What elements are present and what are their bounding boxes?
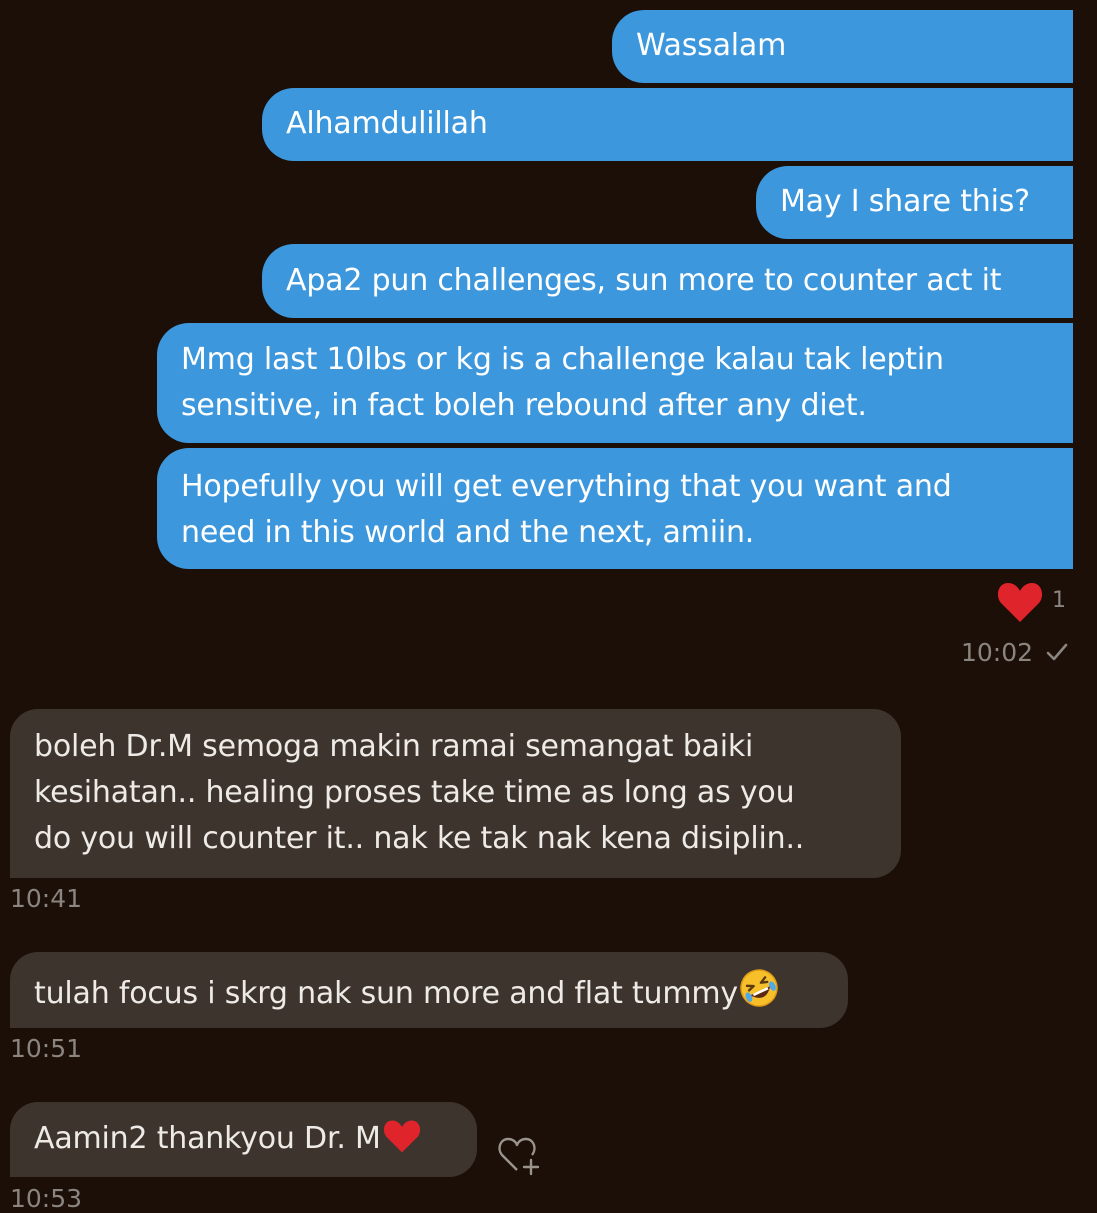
message-timestamp: 10:02 <box>961 638 1069 667</box>
outgoing-message[interactable]: Wassalam <box>612 10 1073 83</box>
timestamp-text: 10:02 <box>961 638 1034 667</box>
incoming-message[interactable]: Aamin2 thankyou Dr. M <box>10 1102 477 1177</box>
checkmark-icon <box>1046 643 1068 661</box>
message-timestamp: 10:53 <box>10 1184 83 1213</box>
message-text: Alhamdulillah <box>286 106 488 141</box>
message-text-line: need in this world and the next, amiin. <box>181 515 755 550</box>
message-text: Aamin2 thankyou Dr. M <box>34 1121 381 1156</box>
heart-plus-icon <box>498 1137 540 1176</box>
red-heart-emoji <box>383 1120 420 1153</box>
message-text-line: sensitive, in fact boleh rebound after a… <box>181 388 867 423</box>
message-text: Wassalam <box>636 28 787 63</box>
outgoing-message[interactable]: Alhamdulillah <box>262 88 1073 161</box>
message-text-line: Mmg last 10lbs or kg is a challenge kala… <box>181 342 944 377</box>
message-text: tulah focus i skrg nak sun more and flat… <box>34 976 738 1011</box>
message-text-line: do you will counter it.. nak ke tak nak … <box>34 821 805 856</box>
add-reaction-button[interactable] <box>497 1134 543 1176</box>
message-timestamp: 10:51 <box>10 1034 83 1063</box>
outgoing-message[interactable]: Mmg last 10lbs or kg is a challenge kala… <box>157 323 1073 443</box>
outgoing-message[interactable]: Apa2 pun challenges, sun more to counter… <box>262 244 1073 318</box>
message-text: May I share this? <box>780 184 1030 219</box>
heart-icon <box>997 583 1043 622</box>
outgoing-message[interactable]: Hopefully you will get everything that y… <box>157 448 1073 569</box>
outgoing-message[interactable]: May I share this? <box>756 166 1073 239</box>
message-text-line: kesihatan.. healing proses take time as … <box>34 775 795 810</box>
incoming-message[interactable]: boleh Dr.M semoga makin ramai semangat b… <box>10 709 901 878</box>
message-text: Apa2 pun challenges, sun more to counter… <box>286 263 1002 298</box>
message-text-line: Hopefully you will get everything that y… <box>181 469 952 504</box>
reaction-count: 1 <box>1052 588 1066 613</box>
reaction-badge[interactable]: 1 <box>996 580 1076 624</box>
message-timestamp: 10:41 <box>10 884 83 913</box>
message-text-line: boleh Dr.M semoga makin ramai semangat b… <box>34 729 754 764</box>
incoming-message[interactable]: tulah focus i skrg nak sun more and flat… <box>10 952 848 1028</box>
rolling-on-floor-laughing-emoji <box>740 969 778 1007</box>
